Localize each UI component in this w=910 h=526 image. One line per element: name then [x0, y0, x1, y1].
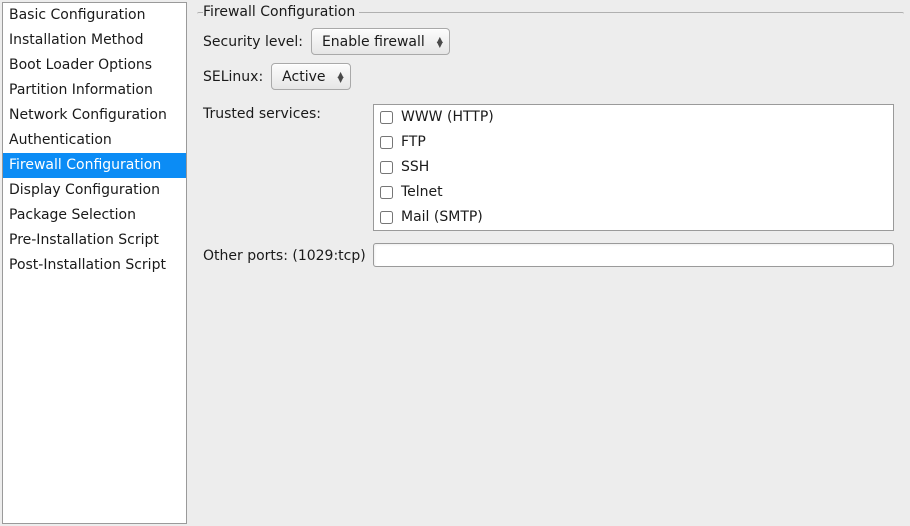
sidebar-item[interactable]: Basic Configuration	[3, 3, 186, 28]
trusted-services-label: Trusted services:	[203, 104, 373, 231]
trusted-service-checkbox[interactable]	[380, 186, 393, 199]
sidebar-item[interactable]: Boot Loader Options	[3, 53, 186, 78]
trusted-service-checkbox[interactable]	[380, 136, 393, 149]
sidebar-item[interactable]: Network Configuration	[3, 103, 186, 128]
sidebar-item[interactable]: Package Selection	[3, 203, 186, 228]
other-ports-input[interactable]	[373, 243, 894, 267]
trusted-service-row[interactable]: Telnet	[374, 180, 893, 205]
trusted-service-row[interactable]: SSH	[374, 155, 893, 180]
trusted-service-checkbox[interactable]	[380, 111, 393, 124]
sidebar-item[interactable]: Pre-Installation Script	[3, 228, 186, 253]
selinux-value: Active	[282, 69, 325, 85]
sidebar-item[interactable]: Partition Information	[3, 78, 186, 103]
security-level-select[interactable]: Enable firewall ▲▼	[311, 28, 450, 55]
firewall-group: Firewall Configuration Security level: E…	[197, 4, 904, 520]
sidebar: Basic ConfigurationInstallation MethodBo…	[2, 2, 187, 524]
trusted-service-label: WWW (HTTP)	[401, 108, 494, 127]
trusted-service-row[interactable]: WWW (HTTP)	[374, 105, 893, 130]
sidebar-item[interactable]: Post-Installation Script	[3, 253, 186, 278]
chevron-updown-icon: ▲▼	[437, 37, 443, 47]
selinux-select[interactable]: Active ▲▼	[271, 63, 350, 90]
security-level-label: Security level:	[203, 34, 303, 50]
trusted-services-list: WWW (HTTP) FTP SSH Telnet Mail (SMTP)	[373, 104, 894, 231]
trusted-service-checkbox[interactable]	[380, 161, 393, 174]
trusted-service-row[interactable]: FTP	[374, 130, 893, 155]
main-panel: Firewall Configuration Security level: E…	[193, 2, 908, 524]
trusted-service-label: Mail (SMTP)	[401, 208, 483, 227]
selinux-label: SELinux:	[203, 69, 263, 85]
sidebar-item[interactable]: Authentication	[3, 128, 186, 153]
security-level-value: Enable firewall	[322, 34, 425, 50]
sidebar-item[interactable]: Display Configuration	[3, 178, 186, 203]
other-ports-label: Other ports: (1029:tcp)	[203, 246, 373, 264]
trusted-service-checkbox[interactable]	[380, 211, 393, 224]
group-title: Firewall Configuration	[203, 4, 359, 20]
trusted-service-row[interactable]: Mail (SMTP)	[374, 205, 893, 230]
sidebar-item[interactable]: Installation Method	[3, 28, 186, 53]
trusted-service-label: Telnet	[401, 183, 443, 202]
trusted-service-label: FTP	[401, 133, 426, 152]
chevron-updown-icon: ▲▼	[337, 72, 343, 82]
trusted-service-label: SSH	[401, 158, 429, 177]
sidebar-item[interactable]: Firewall Configuration	[3, 153, 186, 178]
